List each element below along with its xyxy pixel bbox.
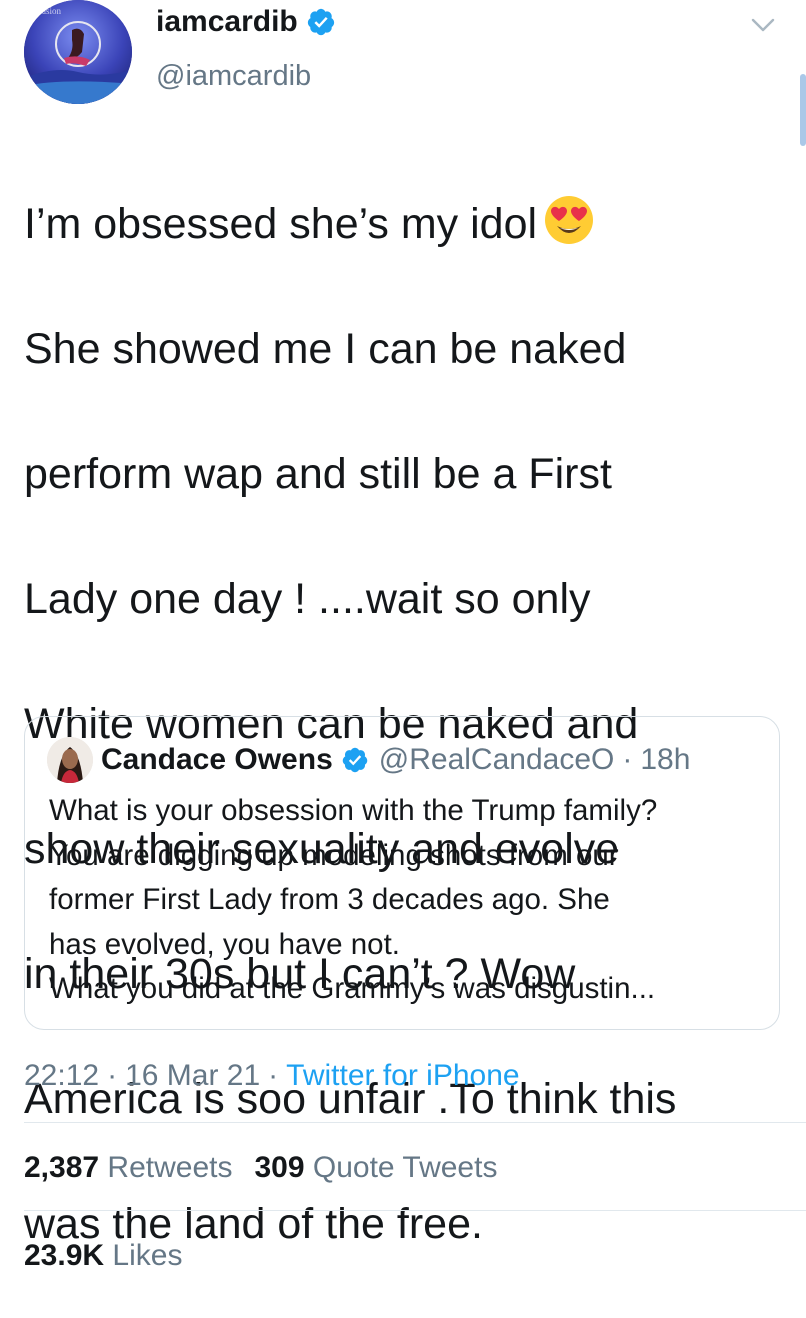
- quoted-tweet-text: What is your obsession with the Trump fa…: [49, 789, 769, 1012]
- avatar-image: Invasion: [24, 0, 132, 104]
- quote-tweets-label: Quote Tweets: [312, 1151, 498, 1184]
- divider: [24, 1210, 806, 1211]
- scrollbar-thumb[interactable]: [800, 74, 806, 146]
- divider: [24, 1122, 806, 1123]
- svg-text:Invasion: Invasion: [30, 6, 61, 16]
- quoted-avatar-image: [47, 737, 93, 783]
- quoted-tweet-line: former First Lady from 3 decades ago. Sh…: [49, 883, 610, 916]
- likes-count: 23.9K: [24, 1239, 105, 1272]
- author-avatar[interactable]: Invasion: [24, 0, 132, 104]
- separator-dot: ·: [622, 743, 633, 776]
- author-display-name[interactable]: iamcardib: [156, 4, 336, 40]
- likes-stat[interactable]: 23.9K Likes: [24, 1239, 182, 1272]
- separator-dot: ·: [107, 1059, 118, 1092]
- retweets-label: Retweets: [107, 1151, 233, 1184]
- retweets-stat[interactable]: 2,387 Retweets: [24, 1151, 232, 1184]
- tweet-source-link[interactable]: Twitter for iPhone: [286, 1059, 519, 1092]
- quoted-author-avatar: [47, 737, 93, 783]
- quote-tweets-count: 309: [254, 1151, 305, 1184]
- tweet-time[interactable]: 22:12: [24, 1059, 99, 1092]
- quoted-tweet-time: 18h: [640, 743, 691, 776]
- quoted-tweet-line: You are digging up modeling shots from o…: [49, 838, 619, 872]
- likes-label: Likes: [112, 1239, 183, 1272]
- quoted-tweet-card[interactable]: Candace Owens @RealCandaceO · 18h What i…: [24, 716, 780, 1030]
- verified-badge-icon: [342, 747, 368, 773]
- quoted-tweet-line: What is your obsession with the Trump fa…: [49, 794, 658, 827]
- tweet-line: perform wap and still be a First: [24, 449, 612, 498]
- quoted-author-handle: @RealCandaceO: [378, 743, 615, 776]
- tweet-date[interactable]: 16 Mar 21: [125, 1059, 260, 1092]
- tweet-line: I’m obsessed she’s my idol: [24, 193, 794, 256]
- separator-dot: ·: [268, 1059, 279, 1092]
- quoted-tweet-line: has evolved, you have not.: [49, 927, 400, 961]
- retweets-count: 2,387: [24, 1151, 100, 1184]
- tweet-line: She showed me I can be naked: [24, 324, 627, 373]
- tweet-line: Lady one day ! ....wait so only: [24, 574, 591, 623]
- likes-stat-row: 23.9K Likes: [24, 1236, 182, 1276]
- verified-badge-icon: [307, 8, 334, 36]
- quote-tweets-stat[interactable]: 309 Quote Tweets: [254, 1151, 497, 1184]
- tweet-detail: Invasion iamcardib @iamcardib I’m obsess…: [0, 0, 806, 1280]
- heart-eyes-emoji-icon: [545, 195, 594, 244]
- quoted-tweet-header: Candace Owens @RealCandaceO · 18h: [101, 737, 690, 783]
- engagement-stats-row: 2,387 Retweets 309 Quote Tweets: [24, 1148, 497, 1188]
- tweet-meta: 22:12 · 16 Mar 21 · Twitter for iPhone: [24, 1056, 520, 1096]
- author-name-text: iamcardib: [156, 5, 298, 38]
- quoted-author-name: Candace Owens: [101, 743, 333, 776]
- author-handle[interactable]: @iamcardib: [156, 58, 311, 94]
- quoted-tweet-line: What you did at the Grammy’s was disgust…: [49, 972, 656, 1005]
- chevron-down-icon[interactable]: [750, 16, 776, 34]
